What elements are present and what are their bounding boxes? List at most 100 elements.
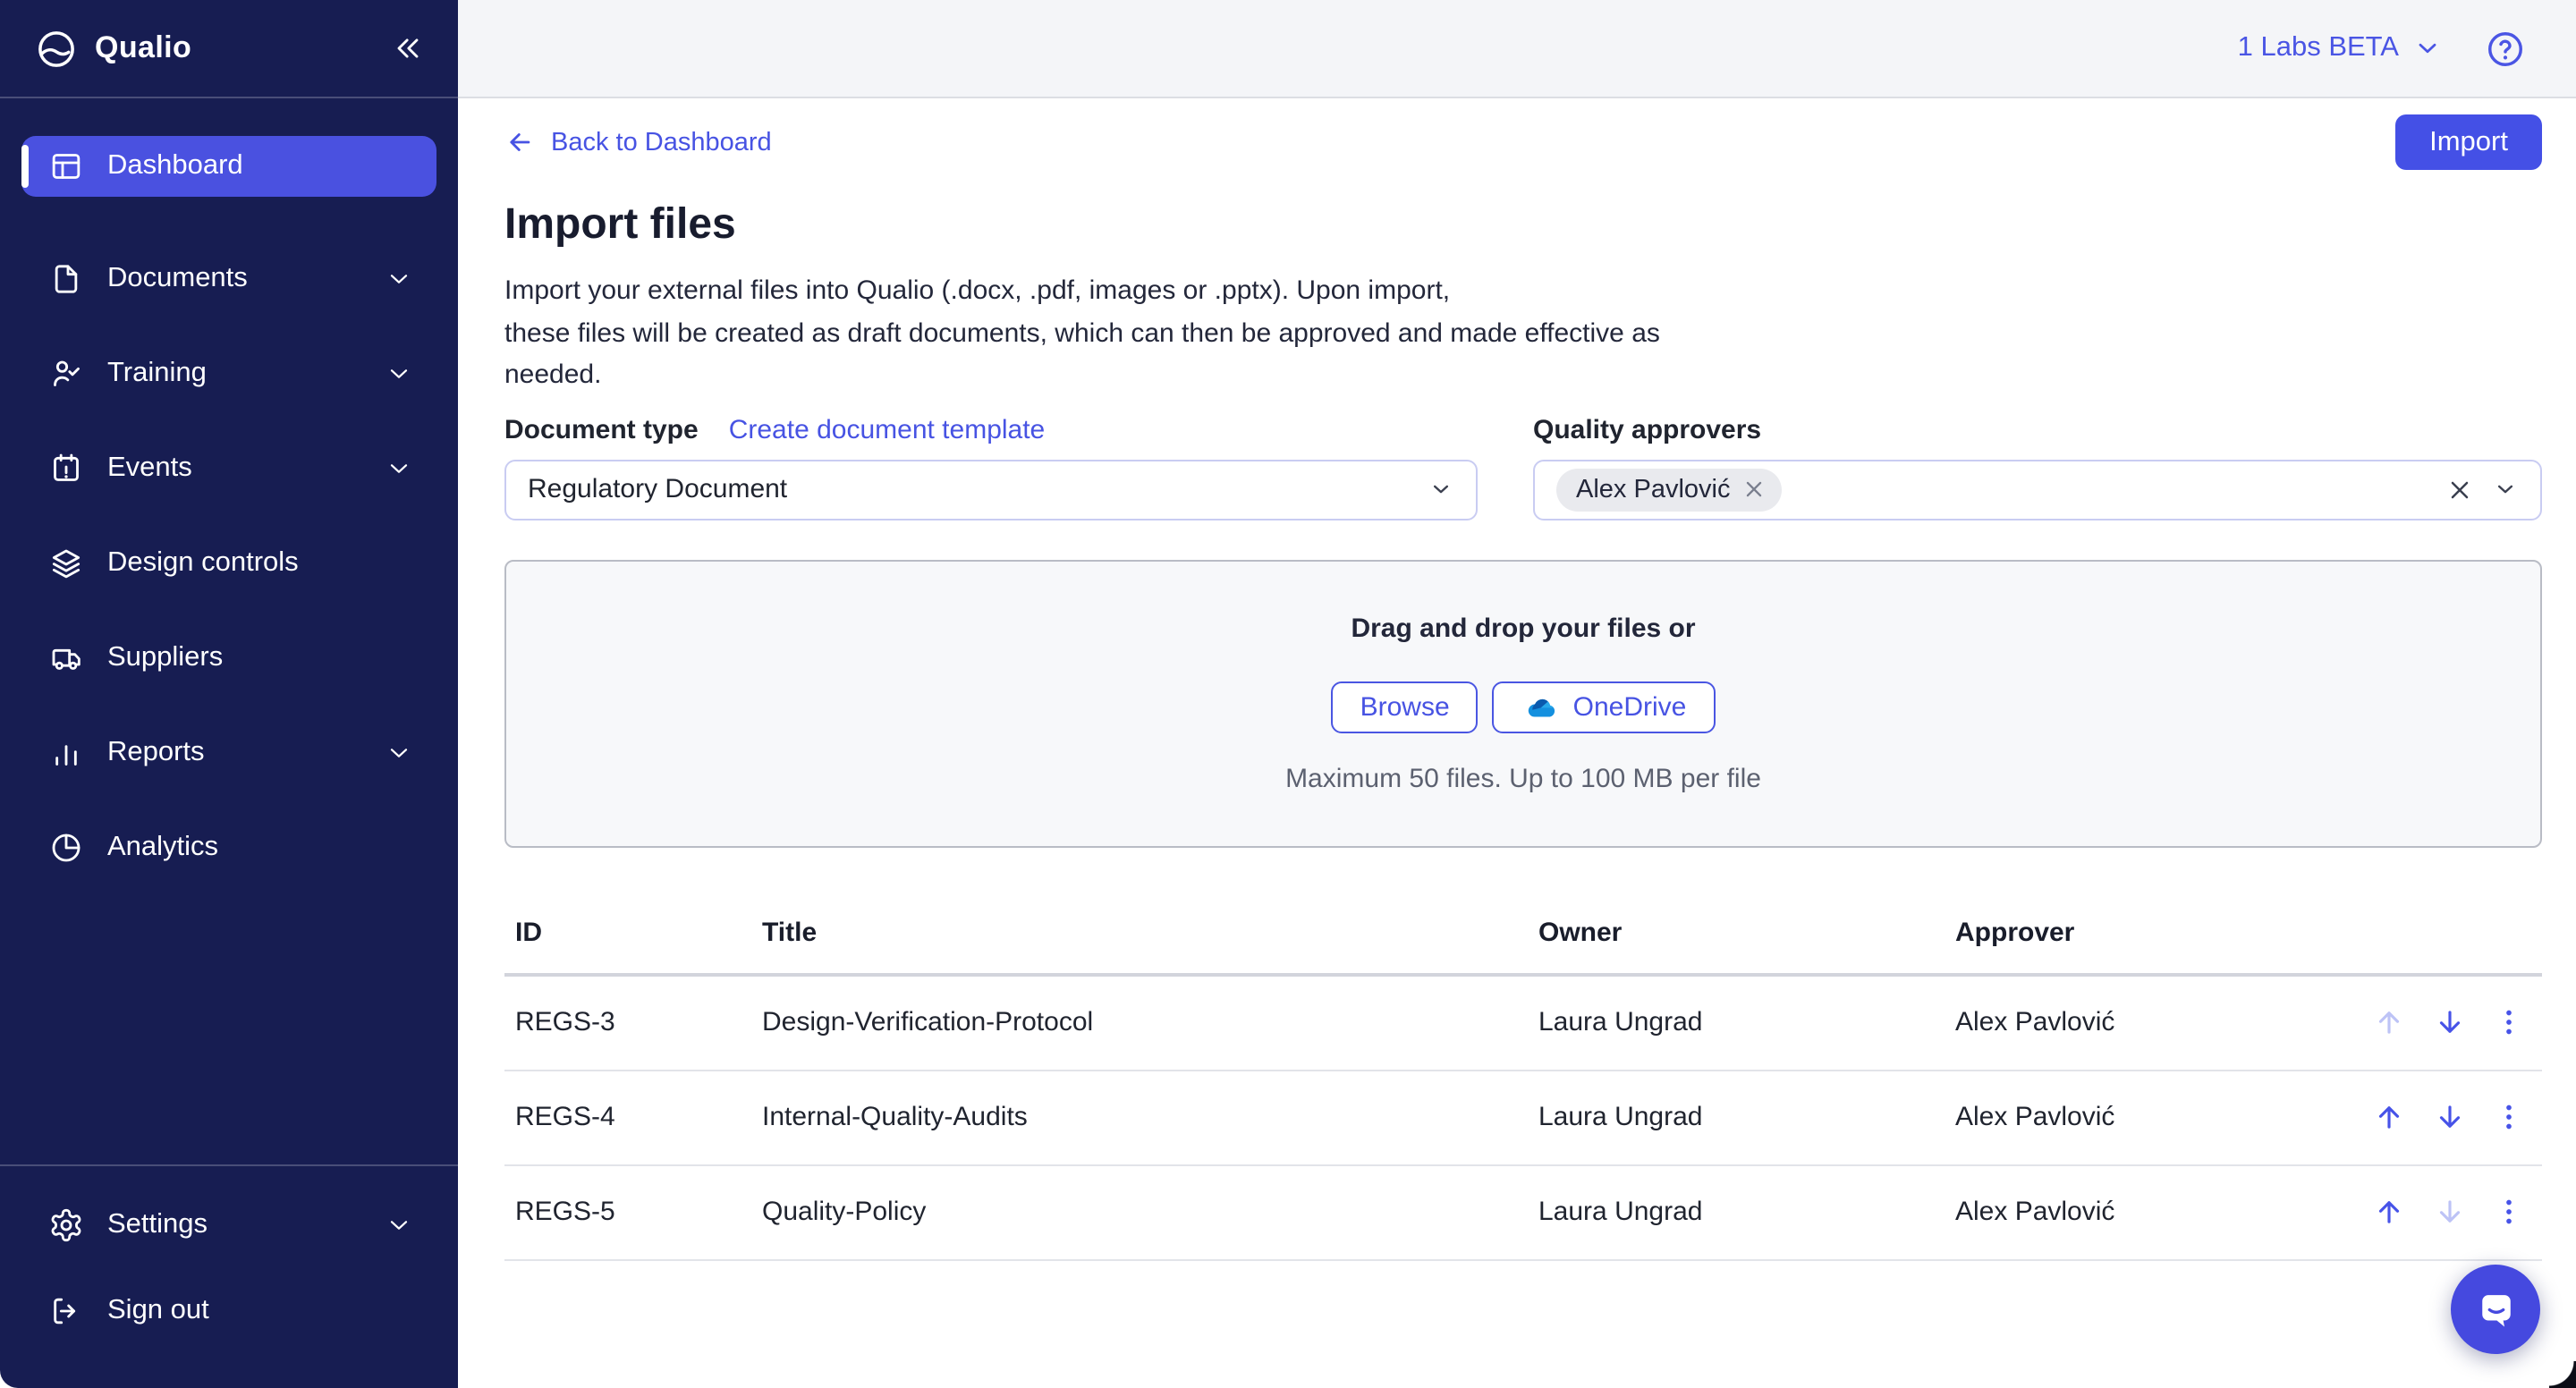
move-down-icon[interactable] — [2433, 1005, 2467, 1039]
cell-id: REGS-3 — [504, 1007, 751, 1037]
table-row: REGS-5 Quality-Policy Laura Ungrad Alex … — [504, 1165, 2542, 1260]
sidebar-item-label: Design controls — [107, 547, 299, 580]
column-header-id: ID — [504, 917, 751, 947]
org-switcher-label: 1 Labs BETA — [2238, 32, 2399, 64]
back-to-dashboard-link[interactable]: Back to Dashboard — [504, 127, 772, 157]
remove-approver-icon[interactable] — [1742, 478, 1766, 501]
move-up-icon[interactable] — [2372, 1100, 2406, 1134]
sidebar-item-suppliers[interactable]: Suppliers — [21, 628, 436, 689]
page-title: Import files — [504, 199, 2542, 250]
topbar: 1 Labs BETA — [458, 0, 2576, 98]
layers-icon — [48, 546, 84, 581]
approver-chip: Alex Pavlović — [1556, 468, 1782, 511]
qualio-logo-icon — [34, 26, 79, 71]
description-line: needed. — [504, 354, 2542, 396]
cell-owner: Laura Ungrad — [1528, 1102, 1945, 1132]
page-description: Import your external files into Qualio (… — [504, 270, 2542, 396]
table-row: REGS-3 Design-Verification-Protocol Laur… — [504, 976, 2542, 1071]
onedrive-cloud-icon — [1521, 688, 1559, 725]
app-window: Qualio Dashboard Documents — [0, 0, 2576, 1388]
document-type-select[interactable]: Regulatory Document — [504, 459, 1478, 520]
column-header-owner: Owner — [1528, 917, 1945, 947]
chevron-down-icon — [385, 360, 413, 388]
gear-icon — [48, 1207, 84, 1243]
clear-selection-icon[interactable] — [2445, 475, 2474, 504]
chevron-down-icon — [385, 454, 413, 483]
document-type-field: Document type Create document template R… — [504, 412, 1478, 520]
dropzone-heading: Drag and drop your files or — [1351, 613, 1695, 643]
cell-owner: Laura Ungrad — [1528, 1197, 1945, 1227]
document-type-value: Regulatory Document — [528, 474, 787, 504]
cell-owner: Laura Ungrad — [1528, 1007, 1945, 1037]
description-line: Import your external files into Qualio (… — [504, 270, 2542, 312]
cell-title: Design-Verification-Protocol — [751, 1007, 1528, 1037]
sidebar-item-design-controls[interactable]: Design controls — [21, 533, 436, 594]
create-document-template-link[interactable]: Create document template — [729, 412, 1046, 446]
cell-approver: Alex Pavlović — [1945, 1197, 2361, 1227]
import-files-page: Back to Dashboard Import Import files Im… — [458, 100, 2576, 1388]
table-row: REGS-4 Internal-Quality-Audits Laura Ung… — [504, 1071, 2542, 1165]
import-button[interactable]: Import — [2395, 114, 2542, 170]
sidebar-item-label: Events — [107, 453, 192, 485]
sidebar-item-settings[interactable]: Settings — [21, 1195, 436, 1256]
back-link-label: Back to Dashboard — [551, 128, 772, 157]
sidebar-footer: Settings Sign out — [0, 1164, 458, 1388]
file-dropzone[interactable]: Drag and drop your files or Browse OneDr… — [504, 559, 2542, 847]
sidebar-item-label: Analytics — [107, 832, 218, 864]
cell-approver: Alex Pavlović — [1945, 1102, 2361, 1132]
table-header-row: ID Title Owner Approver — [504, 893, 2542, 976]
sidebar-nav: Dashboard Documents Training — [0, 98, 458, 1164]
chevron-down-icon — [1428, 476, 1454, 503]
arrow-left-icon — [504, 127, 535, 157]
chat-bubble-icon — [2471, 1285, 2520, 1333]
sidebar-item-label: Training — [107, 358, 207, 390]
sidebar-collapse-icon[interactable] — [390, 30, 426, 66]
column-header-title: Title — [751, 917, 1528, 947]
row-menu-icon[interactable] — [2494, 1197, 2524, 1227]
move-down-icon[interactable] — [2433, 1195, 2467, 1229]
move-down-icon[interactable] — [2433, 1100, 2467, 1134]
cell-id: REGS-5 — [504, 1197, 751, 1227]
quality-approvers-field: Quality approvers Alex Pavlović — [1533, 412, 2542, 520]
sidebar-item-documents[interactable]: Documents — [21, 249, 436, 309]
sidebar-item-dashboard[interactable]: Dashboard — [21, 136, 436, 197]
document-icon — [48, 261, 84, 297]
sidebar-item-sign-out[interactable]: Sign out — [21, 1281, 436, 1341]
sidebar: Qualio Dashboard Documents — [0, 0, 458, 1388]
move-up-icon[interactable] — [2372, 1005, 2406, 1039]
move-up-icon[interactable] — [2372, 1195, 2406, 1229]
sidebar-item-label: Settings — [107, 1209, 208, 1241]
chat-widget-button[interactable] — [2451, 1265, 2540, 1354]
chevron-down-icon — [385, 265, 413, 293]
help-icon[interactable] — [2485, 28, 2526, 69]
pie-chart-icon — [48, 830, 84, 866]
sidebar-item-reports[interactable]: Reports — [21, 723, 436, 783]
sidebar-item-analytics[interactable]: Analytics — [21, 817, 436, 878]
document-type-label: Document type — [504, 412, 699, 446]
onedrive-button-label: OneDrive — [1573, 691, 1687, 722]
browse-button[interactable]: Browse — [1332, 681, 1479, 732]
cell-title: Internal-Quality-Audits — [751, 1102, 1528, 1132]
sidebar-item-label: Reports — [107, 737, 205, 769]
sidebar-item-label: Suppliers — [107, 642, 223, 674]
sidebar-header: Qualio — [0, 0, 458, 98]
quality-approvers-select[interactable]: Alex Pavlović — [1533, 459, 2542, 520]
truck-icon — [48, 640, 84, 676]
description-line: these files will be created as draft doc… — [504, 312, 2542, 354]
dashboard-icon — [48, 148, 84, 184]
sidebar-item-training[interactable]: Training — [21, 343, 436, 404]
user-check-icon — [48, 356, 84, 392]
sidebar-item-label: Documents — [107, 263, 248, 295]
import-files-table: ID Title Owner Approver REGS-3 Design-Ve… — [504, 893, 2542, 1260]
sign-out-icon — [48, 1293, 84, 1329]
org-switcher[interactable]: 1 Labs BETA — [2238, 32, 2442, 64]
sidebar-item-label: Sign out — [107, 1295, 209, 1327]
sidebar-item-events[interactable]: Events — [21, 438, 436, 499]
row-menu-icon[interactable] — [2494, 1102, 2524, 1132]
onedrive-button[interactable]: OneDrive — [1493, 681, 1716, 732]
row-menu-icon[interactable] — [2494, 1007, 2524, 1037]
sidebar-item-label: Dashboard — [107, 150, 243, 182]
cell-approver: Alex Pavlović — [1945, 1007, 2361, 1037]
chevron-down-icon — [2413, 34, 2442, 63]
bar-chart-icon — [48, 735, 84, 771]
